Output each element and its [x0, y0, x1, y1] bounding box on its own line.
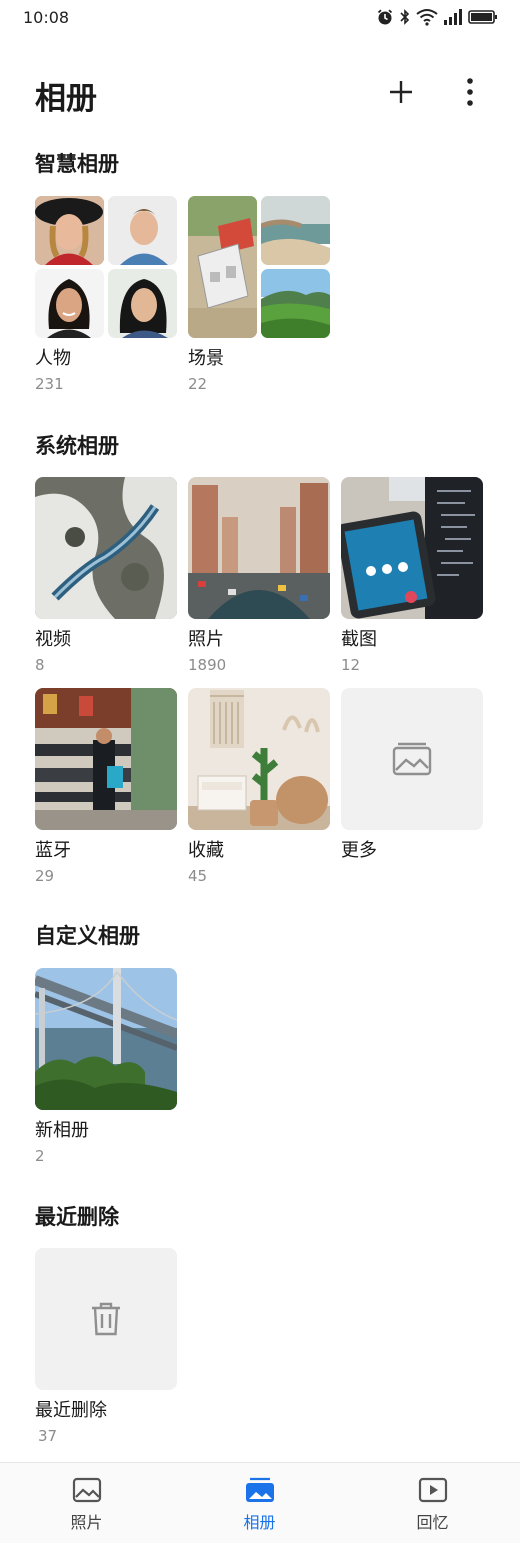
album-thumb [35, 477, 177, 619]
nav-label: 照片 [70, 1513, 103, 1532]
album-name: 更多 [341, 840, 377, 861]
plus-icon [390, 81, 412, 103]
album-scenes[interactable]: 场景 22 [188, 196, 330, 394]
album-people[interactable]: 人物 231 [35, 196, 177, 394]
title-bar: 相册 [0, 60, 520, 124]
play-icon [418, 1477, 447, 1503]
section-title-recent: 最近删除 [35, 1205, 119, 1229]
album-thumb [35, 688, 177, 830]
status-time: 10:08 [23, 8, 70, 27]
album-thumb [35, 968, 177, 1110]
nav-label: 回忆 [416, 1513, 449, 1532]
album-recently-deleted[interactable]: 最近删除 37 [35, 1248, 177, 1446]
album-thumb [188, 477, 330, 619]
more-options-button[interactable] [456, 75, 484, 109]
album-thumb [341, 477, 483, 619]
scenes-thumb-grid [188, 196, 330, 338]
album-new[interactable]: 新相册 2 [35, 968, 177, 1166]
album-name: 人物 [35, 348, 71, 369]
album-photos[interactable]: 照片 1890 [188, 477, 330, 675]
bluetooth-icon [400, 9, 410, 25]
album-count: 2 [35, 1147, 45, 1165]
album-name: 照片 [188, 629, 224, 650]
album-videos[interactable]: 视频 8 [35, 477, 177, 675]
photo-icon [72, 1477, 101, 1503]
album-name: 最近删除 [35, 1400, 107, 1421]
album-count: 12 [341, 656, 361, 674]
album-count: 29 [35, 867, 55, 885]
album-bluetooth[interactable]: 蓝牙 29 [35, 688, 177, 886]
gallery-icon [392, 742, 432, 776]
add-album-button[interactable] [384, 75, 418, 109]
page-title: 相册 [35, 81, 97, 117]
album-name: 截图 [341, 629, 377, 650]
album-count: 1890 [188, 656, 227, 674]
nav-albums[interactable]: 相册 [173, 1463, 346, 1543]
album-thumb [188, 688, 330, 830]
person-thumb [108, 269, 177, 338]
album-count: 22 [188, 375, 208, 393]
person-thumb [35, 196, 104, 265]
battery-icon [468, 10, 497, 24]
album-thumb [341, 688, 483, 830]
album-name: 新相册 [35, 1120, 89, 1141]
album-count: 231 [35, 375, 64, 393]
album-favorites[interactable]: 收藏 45 [188, 688, 330, 886]
album-name: 蓝牙 [35, 840, 71, 861]
person-thumb [35, 269, 104, 338]
nav-photos[interactable]: 照片 [0, 1463, 173, 1543]
section-title-custom: 自定义相册 [35, 924, 140, 948]
album-count: 45 [188, 867, 208, 885]
nav-label: 相册 [243, 1513, 276, 1532]
section-title-smart: 智慧相册 [35, 152, 119, 176]
albums-icon [245, 1477, 274, 1502]
scene-thumb [261, 269, 330, 338]
alarm-icon [377, 9, 393, 25]
album-thumb [35, 1248, 177, 1390]
album-more[interactable]: 更多 [341, 688, 483, 863]
bottom-nav: 照片 相册 回忆 [0, 1462, 520, 1543]
wifi-icon [416, 9, 438, 26]
status-bar: 10:08 [0, 0, 520, 36]
trash-icon [92, 1302, 120, 1336]
album-name: 视频 [35, 629, 71, 650]
album-count: 8 [35, 656, 45, 674]
status-icons [376, 8, 498, 26]
album-screenshots[interactable]: 截图 12 [341, 477, 483, 675]
album-count: 37 [38, 1427, 58, 1445]
more-vert-icon [467, 78, 473, 106]
person-thumb [108, 196, 177, 265]
nav-memories[interactable]: 回忆 [346, 1463, 519, 1543]
section-title-system: 系统相册 [35, 434, 119, 458]
album-name: 场景 [188, 348, 224, 369]
signal-icon [444, 9, 462, 25]
people-thumb-grid [35, 196, 177, 338]
album-name: 收藏 [188, 840, 224, 861]
scene-thumb [261, 196, 330, 265]
scene-thumb [188, 196, 257, 338]
